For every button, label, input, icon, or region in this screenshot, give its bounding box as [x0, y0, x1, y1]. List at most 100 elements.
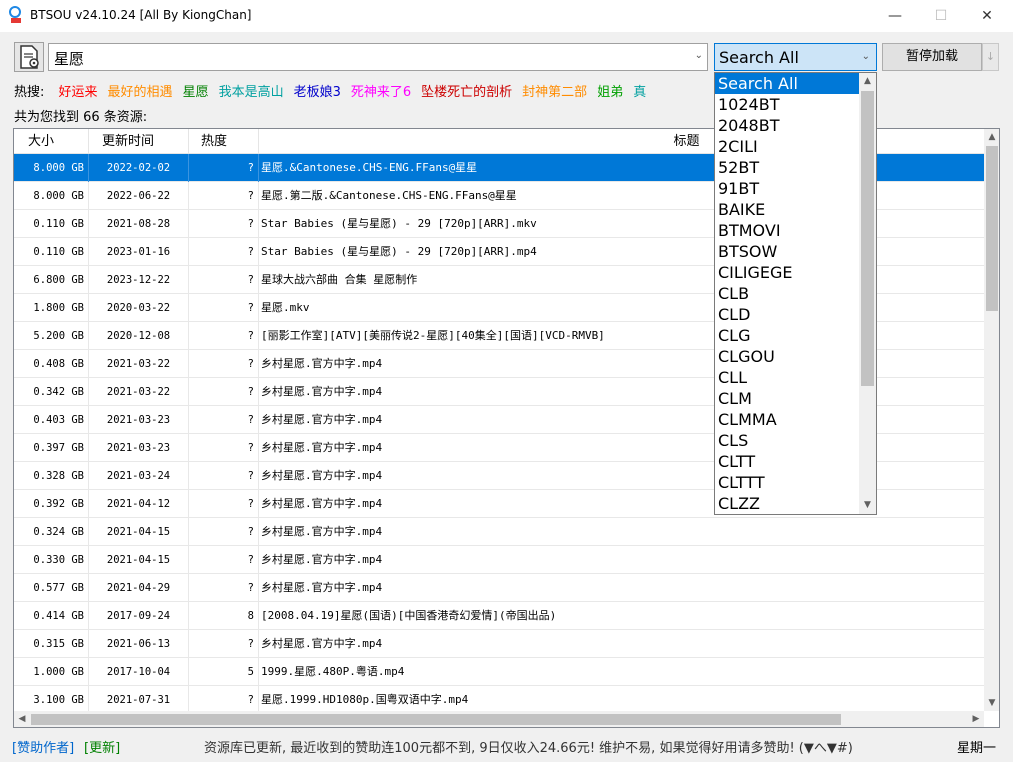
close-button[interactable]: ✕ [964, 0, 1010, 32]
cell-size: 0.324 GB [14, 518, 89, 546]
engine-option[interactable]: CLM [715, 388, 859, 409]
engine-option[interactable]: BAIKE [715, 199, 859, 220]
cell-date: 2022-02-02 [89, 154, 189, 182]
cell-heat: ? [189, 490, 259, 518]
cell-date: 2017-09-24 [89, 602, 189, 630]
engine-option[interactable]: BTMOVI [715, 220, 859, 241]
scroll-up-icon[interactable]: ▲ [984, 129, 999, 145]
table-row[interactable]: 0.324 GB 2021-04-15? 乡村星愿.官方中字.mp4 [14, 518, 984, 546]
engine-option[interactable]: CLMMA [715, 409, 859, 430]
download-arrow-button[interactable]: ↓ [982, 43, 999, 71]
cell-size: 0.403 GB [14, 406, 89, 434]
cell-heat: ? [189, 518, 259, 546]
header-date[interactable]: 更新时间 [89, 129, 189, 154]
header-size[interactable]: 大小 [14, 129, 89, 154]
cell-size: 1.800 GB [14, 294, 89, 322]
table-row[interactable]: 3.100 GB 2021-07-31? 星愿.1999.HD1080p.国粤双语中… [14, 686, 984, 714]
scrollbar-thumb[interactable] [986, 146, 998, 311]
engine-option[interactable]: 2048BT [715, 115, 859, 136]
engine-option[interactable]: CLL [715, 367, 859, 388]
chevron-down-icon[interactable]: ⌄ [862, 51, 870, 62]
scroll-down-icon[interactable]: ▼ [859, 497, 876, 514]
hot-search-item[interactable]: 好运来 [59, 85, 98, 99]
engine-option[interactable]: Search All [715, 73, 859, 94]
cell-size: 5.200 GB [14, 322, 89, 350]
cell-title: 1999.星愿.480P.粤语.mp4 [261, 665, 405, 678]
engine-option[interactable]: CILIGEGE [715, 262, 859, 283]
table-row[interactable]: 0.414 GB 2017-09-24 8 [2008.04.19]星愿(国语)[中国… [14, 602, 984, 630]
table-row[interactable]: 0.577 GB 2021-04-29? 乡村星愿.官方中字.mp4 [14, 574, 984, 602]
cell-date: 2021-07-31 [89, 686, 189, 714]
cell-size: 6.800 GB [14, 266, 89, 294]
hot-search-item[interactable]: 封神第二部 [522, 85, 587, 99]
cell-heat: ? [189, 462, 259, 490]
cell-title: 乡村星愿.官方中字.mp4 [261, 553, 383, 566]
chevron-down-icon[interactable]: ⌄ [695, 50, 703, 61]
table-row[interactable]: 0.330 GB 2021-04-15? 乡村星愿.官方中字.mp4 [14, 546, 984, 574]
cell-date: 2023-01-16 [89, 238, 189, 266]
cell-title: [2008.04.19]星愿(国语)[中国香港奇幻爱情](帝国出品) [261, 609, 557, 622]
scrollbar-thumb[interactable] [861, 91, 874, 386]
maximize-button[interactable]: ☐ [918, 0, 964, 32]
update-link[interactable]: [更新] [84, 737, 120, 756]
hot-search-item[interactable]: 死神来了6 [351, 85, 411, 99]
cell-heat: ? [189, 378, 259, 406]
engine-dropdown-list[interactable]: Search All 1024BT 2048BT 2CILI 52BT 91BT BAIKE… [714, 72, 877, 515]
cell-heat: ? [189, 406, 259, 434]
engine-option[interactable]: CLZZ [715, 493, 859, 514]
engine-option[interactable]: CLD [715, 304, 859, 325]
sponsor-link[interactable]: [赞助作者] [12, 737, 74, 756]
scroll-up-icon[interactable]: ▲ [859, 73, 876, 90]
hot-search-item[interactable]: 老板娘3 [294, 85, 341, 99]
search-input[interactable]: 星愿 ⌄ [48, 43, 708, 71]
cell-size: 0.397 GB [14, 434, 89, 462]
engine-selected-value[interactable]: Search All [719, 48, 799, 67]
scroll-right-icon[interactable]: ▶ [968, 711, 984, 727]
scrollbar-thumb[interactable] [31, 714, 841, 725]
weekday-label: 星期一 [957, 741, 997, 756]
cell-size: 0.414 GB [14, 602, 89, 630]
engine-option[interactable]: 1024BT [715, 94, 859, 115]
table-row[interactable]: 1.000 GB 2017-10-04 5 1999.星愿.480P.粤语.mp4 [14, 658, 984, 686]
hot-search-item[interactable]: 星愿 [183, 85, 209, 99]
cell-heat: ? [189, 294, 259, 322]
hot-search-item[interactable]: 姐弟 [597, 85, 623, 99]
table-row[interactable]: 0.315 GB 2021-06-13? 乡村星愿.官方中字.mp4 [14, 630, 984, 658]
engine-option[interactable]: 52BT [715, 157, 859, 178]
cell-date: 2021-03-22 [89, 378, 189, 406]
hot-search-item[interactable]: 最好的相遇 [108, 85, 173, 99]
engine-option[interactable]: CLG [715, 325, 859, 346]
cell-heat: ? [189, 238, 259, 266]
hot-search-item[interactable]: 坠楼死亡的剖析 [421, 85, 512, 99]
engine-option[interactable]: BTSOW [715, 241, 859, 262]
status-message: 资源库已更新, 最近收到的赞助连100元都不到, 9日仅收入24.66元! 维护… [204, 741, 853, 756]
cell-date: 2021-04-15 [89, 546, 189, 574]
scroll-left-icon[interactable]: ◀ [14, 711, 30, 727]
dropdown-scrollbar[interactable]: ▲ ▼ [859, 73, 876, 514]
engine-option[interactable]: CLTT [715, 451, 859, 472]
status-bar: [赞助作者] [更新] 资源库已更新, 最近收到的赞助连100元都不到, 9日仅… [0, 734, 1013, 758]
file-settings-icon[interactable] [14, 42, 44, 72]
cell-date: 2021-03-23 [89, 434, 189, 462]
search-query[interactable]: 星愿 [54, 48, 84, 69]
engine-option[interactable]: 2CILI [715, 136, 859, 157]
engine-select[interactable]: Search All ⌄ [714, 43, 877, 71]
engine-option[interactable]: CLTTT [715, 472, 859, 493]
cell-date: 2020-03-22 [89, 294, 189, 322]
minimize-button[interactable]: — [872, 0, 918, 32]
cell-date: 2021-03-23 [89, 406, 189, 434]
horizontal-scrollbar[interactable]: ◀ ▶ [14, 711, 984, 727]
scroll-down-icon[interactable]: ▼ [984, 695, 999, 711]
pause-loading-button[interactable]: 暂停加载 [882, 43, 982, 71]
vertical-scrollbar[interactable]: ▲ ▼ [984, 129, 999, 711]
hot-search-item[interactable]: 真 [633, 85, 646, 99]
magnifier-app-icon [9, 6, 21, 23]
engine-option[interactable]: CLB [715, 283, 859, 304]
engine-option[interactable]: CLS [715, 430, 859, 451]
engine-option[interactable]: CLGOU [715, 346, 859, 367]
cell-size: 1.000 GB [14, 658, 89, 686]
hot-search-item[interactable]: 我本是高山 [219, 85, 284, 99]
cell-size: 0.408 GB [14, 350, 89, 378]
engine-option[interactable]: 91BT [715, 178, 859, 199]
header-heat[interactable]: 热度 [189, 129, 259, 154]
